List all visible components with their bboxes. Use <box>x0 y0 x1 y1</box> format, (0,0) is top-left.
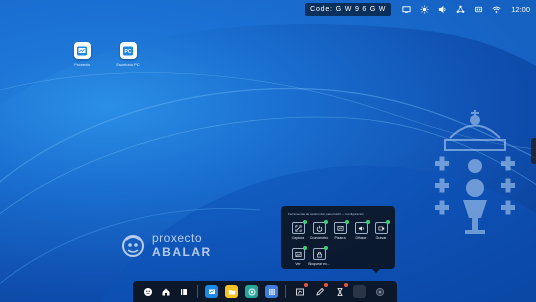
code-value: G W 9 6 G W <box>335 5 387 13</box>
folder-app-icon[interactable] <box>225 285 238 298</box>
tool-label: Bloquear ec... <box>308 262 330 266</box>
tool-ver[interactable]: Ver <box>289 246 307 266</box>
taskbar <box>133 281 397 302</box>
crest-watermark <box>435 110 515 234</box>
status-dot <box>323 246 328 250</box>
tools-panel: Ferramentas de xestión dun panel táctil … <box>281 206 395 269</box>
panel-header: Ferramentas de xestión dun panel táctil … <box>288 212 364 216</box>
notification-badge <box>304 283 308 287</box>
broadcast-icon <box>354 220 370 234</box>
screen-share-icon[interactable] <box>397 3 415 15</box>
volume-icon[interactable] <box>433 3 451 15</box>
status-dot <box>344 220 349 224</box>
tool-captura[interactable]: Captura <box>289 220 307 240</box>
desktop-icon-label: Proxecto <box>74 62 90 67</box>
notification-badge <box>344 283 348 287</box>
lock-icon <box>312 246 328 260</box>
tool-pizarra[interactable]: Pizarra <box>331 220 349 240</box>
tools-toggle-icon[interactable] <box>373 285 386 298</box>
taskbar-separator <box>285 285 286 298</box>
svg-text:PC: PC <box>125 49 132 55</box>
logo-line1: proxecto <box>152 231 203 245</box>
status-dot <box>302 220 307 224</box>
desktop-screen: Code: G W 9 6 G W 12:00 Proxecto PC Escr… <box>0 0 536 302</box>
wifi-icon[interactable] <box>487 3 505 15</box>
panel-pointer <box>372 269 380 273</box>
abalar-logo-icon <box>122 235 144 257</box>
logo-line2: ABALAR <box>152 245 212 259</box>
browser-app-icon[interactable] <box>245 285 258 298</box>
desktop-icon-proxecto[interactable]: Proxecto <box>64 42 100 67</box>
tool-label: Cronómetro <box>309 236 329 240</box>
status-dot <box>385 220 390 224</box>
tool-difusor[interactable]: Difusor <box>352 220 370 240</box>
windows-icon[interactable] <box>177 285 190 298</box>
blank-app-icon[interactable] <box>353 285 366 298</box>
tool-label: Ver <box>295 262 301 266</box>
tool-label: Captura <box>291 236 305 240</box>
home-icon[interactable] <box>159 285 172 298</box>
tool-label: Gravar <box>375 236 387 240</box>
presentation-icon <box>73 42 91 59</box>
status-dot <box>302 246 307 250</box>
apps-grid-icon[interactable] <box>265 285 278 298</box>
desktop-icon-escritorio-pc[interactable]: PC Escritorio PC <box>110 42 146 67</box>
tool-label: Pizarra <box>334 236 346 240</box>
code-label: Code: <box>310 5 333 13</box>
status-dot <box>365 220 370 224</box>
pc-icon: PC <box>119 42 137 59</box>
annotate-icon[interactable] <box>293 283 308 298</box>
record-icon <box>374 220 390 234</box>
brightness-icon[interactable] <box>415 3 433 15</box>
presentation-app-icon[interactable] <box>205 285 218 298</box>
image-icon <box>291 246 307 260</box>
tool-label: Difusor <box>355 236 367 240</box>
network-icon[interactable] <box>451 3 469 15</box>
timer-icon[interactable] <box>333 283 348 298</box>
back-icon[interactable] <box>141 285 154 298</box>
tool-cronometro[interactable]: Cronómetro <box>309 220 329 240</box>
desktop-icon-label: Escritorio PC <box>116 62 140 67</box>
clock: 12:00 <box>511 4 530 14</box>
usb-icon[interactable] <box>469 3 487 15</box>
whiteboard-icon <box>333 220 349 234</box>
connection-code: Code: G W 9 6 G W <box>305 2 392 16</box>
screenshot-icon <box>291 220 307 234</box>
pen-icon[interactable] <box>313 283 328 298</box>
notification-badge <box>324 283 328 287</box>
status-bar: Code: G W 9 6 G W 12:00 <box>305 2 530 16</box>
tool-bloquear[interactable]: Bloquear ec... <box>308 246 330 266</box>
status-dot <box>323 220 328 224</box>
tool-gravar[interactable]: Gravar <box>372 220 390 240</box>
proxecto-abalar-logo: proxecto ABALAR <box>118 230 212 260</box>
power-icon <box>312 220 328 234</box>
side-drawer-handle[interactable] <box>531 138 536 164</box>
taskbar-separator <box>197 285 198 298</box>
